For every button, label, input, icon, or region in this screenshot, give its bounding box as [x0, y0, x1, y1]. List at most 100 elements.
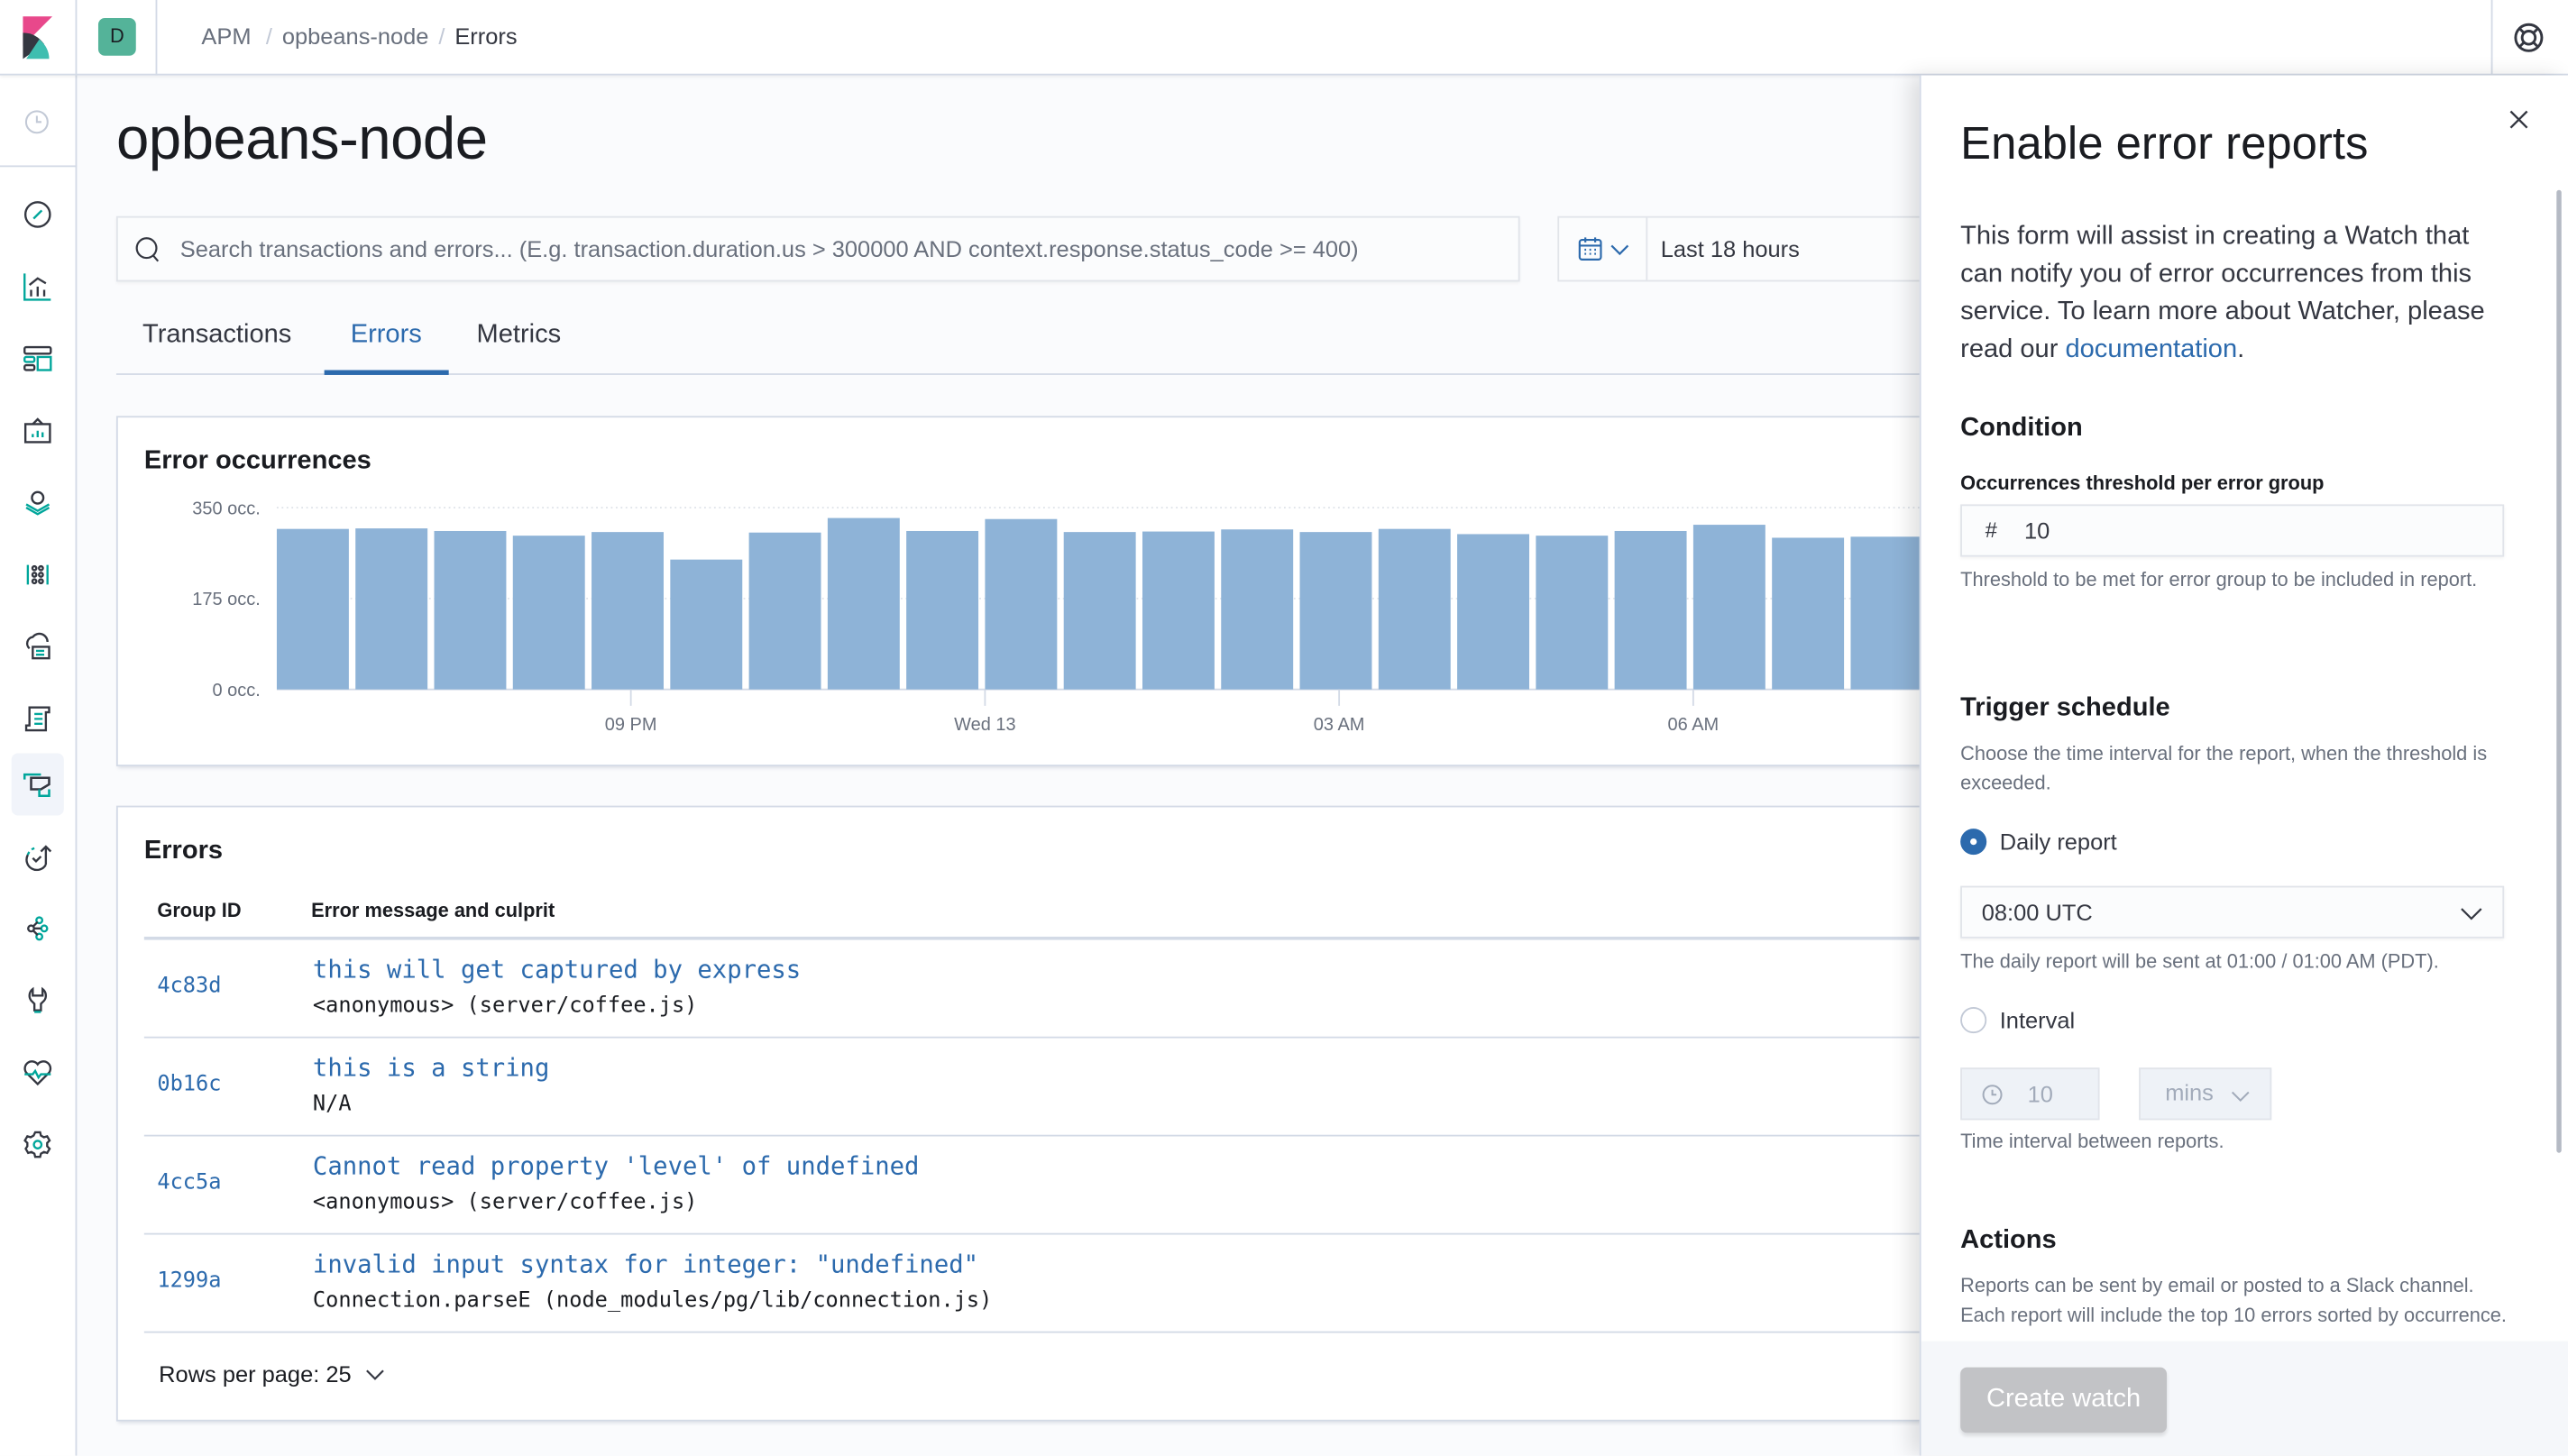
bar[interactable]: [748, 532, 821, 690]
breadcrumb: APM / opbeans-node / Errors: [201, 23, 517, 49]
bar[interactable]: [1692, 525, 1766, 690]
apm-errors-page: D APM / opbeans-node / Errors opbeans-no…: [0, 0, 2568, 1456]
dashboard-icon: [23, 345, 52, 371]
space-avatar[interactable]: D: [97, 17, 136, 56]
nav-logs[interactable]: [12, 688, 64, 750]
nav-canvas[interactable]: [12, 399, 64, 462]
flyout-intro: This form will assist in creating a Watc…: [1960, 218, 2518, 369]
interval-unit-select[interactable]: mins: [2139, 1067, 2272, 1121]
bar[interactable]: [434, 530, 507, 690]
bar[interactable]: [670, 559, 743, 690]
table-row: 4c83d this will get captured by express …: [143, 940, 1946, 1039]
error-message-link[interactable]: invalid input syntax for integer: "undef…: [313, 1250, 978, 1279]
nav-dev-tools[interactable]: [12, 969, 64, 1031]
nav-machine-learning[interactable]: [12, 544, 64, 606]
threshold-field[interactable]: #: [1960, 504, 2505, 557]
clock-icon: [1982, 1085, 2003, 1105]
breadcrumb-current: Errors: [454, 23, 518, 50]
breadcrumb-separator: /: [438, 23, 445, 50]
search-bar[interactable]: [115, 215, 1520, 282]
divider: [75, 0, 78, 76]
table-header: Group ID Error message and culprit: [143, 883, 1946, 940]
uptime-icon: [25, 845, 52, 872]
bar[interactable]: [355, 528, 428, 690]
divider: [155, 0, 158, 76]
chevron-down-icon: [2461, 908, 2482, 920]
tab-transactions[interactable]: Transactions: [116, 321, 317, 373]
nav-monitoring[interactable]: [12, 1041, 64, 1103]
daily-report-label: Daily report: [1999, 829, 2117, 856]
bar[interactable]: [985, 518, 1058, 690]
column-header-message: Error message and culprit: [311, 899, 555, 922]
kibana-logo-icon[interactable]: [20, 16, 56, 60]
group-id-link[interactable]: 4c83d: [157, 975, 221, 999]
interval-radio[interactable]: Interval: [1960, 1007, 2075, 1034]
main-content: opbeans-node Last 18 hours Transactions …: [77, 76, 1951, 1456]
nav-infrastructure[interactable]: [12, 616, 64, 678]
interval-help: Time interval between reports.: [1960, 1130, 2224, 1153]
x-tick-label: 03 AM: [1314, 715, 1365, 735]
search-input[interactable]: [179, 217, 1490, 280]
nav-graph[interactable]: [12, 897, 64, 959]
daily-time-select[interactable]: 08:00 UTC: [1960, 885, 2505, 939]
error-culprit: <anonymous> (server/coffee.js): [312, 1190, 698, 1215]
quick-select-button[interactable]: [1559, 217, 1648, 280]
group-id-link[interactable]: 1299a: [157, 1269, 221, 1294]
close-icon[interactable]: [2508, 108, 2530, 131]
date-picker: Last 18 hours: [1557, 215, 1951, 282]
flyout-scrollbar[interactable]: [2556, 189, 2562, 1153]
error-message-link[interactable]: Cannot read property 'level' of undefine…: [313, 1151, 920, 1181]
rows-per-page-label: Rows per page: 25: [159, 1360, 352, 1387]
bar[interactable]: [1457, 534, 1529, 690]
nav-dashboard[interactable]: [12, 327, 64, 389]
nav-maps[interactable]: [12, 472, 64, 534]
nav-uptime[interactable]: [12, 825, 64, 887]
recently-viewed[interactable]: [0, 76, 78, 168]
bar[interactable]: [1614, 530, 1687, 690]
error-culprit: N/A: [312, 1092, 352, 1117]
bar[interactable]: [827, 517, 900, 690]
heartbeat-icon: [23, 1060, 52, 1086]
date-range-text[interactable]: Last 18 hours: [1661, 236, 1800, 262]
create-watch-button[interactable]: Create watch: [1960, 1367, 2168, 1433]
tab-metrics[interactable]: Metrics: [450, 321, 587, 373]
group-id-link[interactable]: 4cc5a: [157, 1171, 221, 1195]
nav-visualize[interactable]: [12, 255, 64, 317]
error-culprit: Connection.parseE (node_modules/pg/lib/c…: [312, 1288, 993, 1314]
breadcrumb-apm[interactable]: APM: [201, 23, 251, 49]
error-message-link[interactable]: this is a string: [313, 1053, 549, 1083]
enable-error-reports-flyout: Enable error reports This form will assi…: [1919, 75, 2568, 1456]
error-occurrences-chart: 0 occ. 175 occ. 350 occ. 09 PM Wed 13 03 AM 0…: [192, 499, 1936, 735]
bar[interactable]: [512, 536, 585, 690]
bar[interactable]: [1772, 537, 1845, 690]
documentation-link[interactable]: documentation: [2065, 335, 2237, 363]
bar[interactable]: [1299, 532, 1372, 690]
breadcrumb-service[interactable]: opbeans-node: [282, 23, 429, 49]
bar[interactable]: [1063, 532, 1136, 690]
group-id-link[interactable]: 0b16c: [157, 1073, 221, 1097]
bar[interactable]: [1221, 529, 1294, 690]
rows-per-page-selector[interactable]: Rows per page: 25: [159, 1360, 384, 1387]
bar[interactable]: [592, 532, 664, 690]
interval-value-field[interactable]: 10: [1960, 1067, 2100, 1121]
actions-description: Reports can be sent by email or posted t…: [1960, 1274, 2507, 1327]
nav-management[interactable]: [12, 1113, 64, 1176]
nav-discover[interactable]: [12, 183, 64, 245]
nav-apm[interactable]: [11, 753, 64, 816]
tab-errors[interactable]: Errors: [324, 321, 448, 375]
bar[interactable]: [1378, 528, 1451, 690]
threshold-input[interactable]: [2023, 506, 2483, 555]
help-lifebuoy-icon[interactable]: [2512, 22, 2545, 54]
bar[interactable]: [1850, 536, 1923, 690]
bar[interactable]: [276, 528, 349, 690]
daily-report-radio[interactable]: Daily report: [1960, 829, 2117, 856]
daily-time-value: 08:00 UTC: [1981, 899, 2093, 926]
bar[interactable]: [1536, 536, 1609, 690]
error-message-link[interactable]: this will get captured by express: [313, 955, 801, 984]
machine-learning-icon: [26, 564, 49, 585]
bar[interactable]: [906, 530, 979, 690]
errors-title: Errors: [143, 837, 224, 865]
column-header-group-id[interactable]: Group ID: [157, 899, 241, 921]
condition-heading: Condition: [1960, 414, 2083, 443]
bar[interactable]: [1142, 531, 1215, 690]
